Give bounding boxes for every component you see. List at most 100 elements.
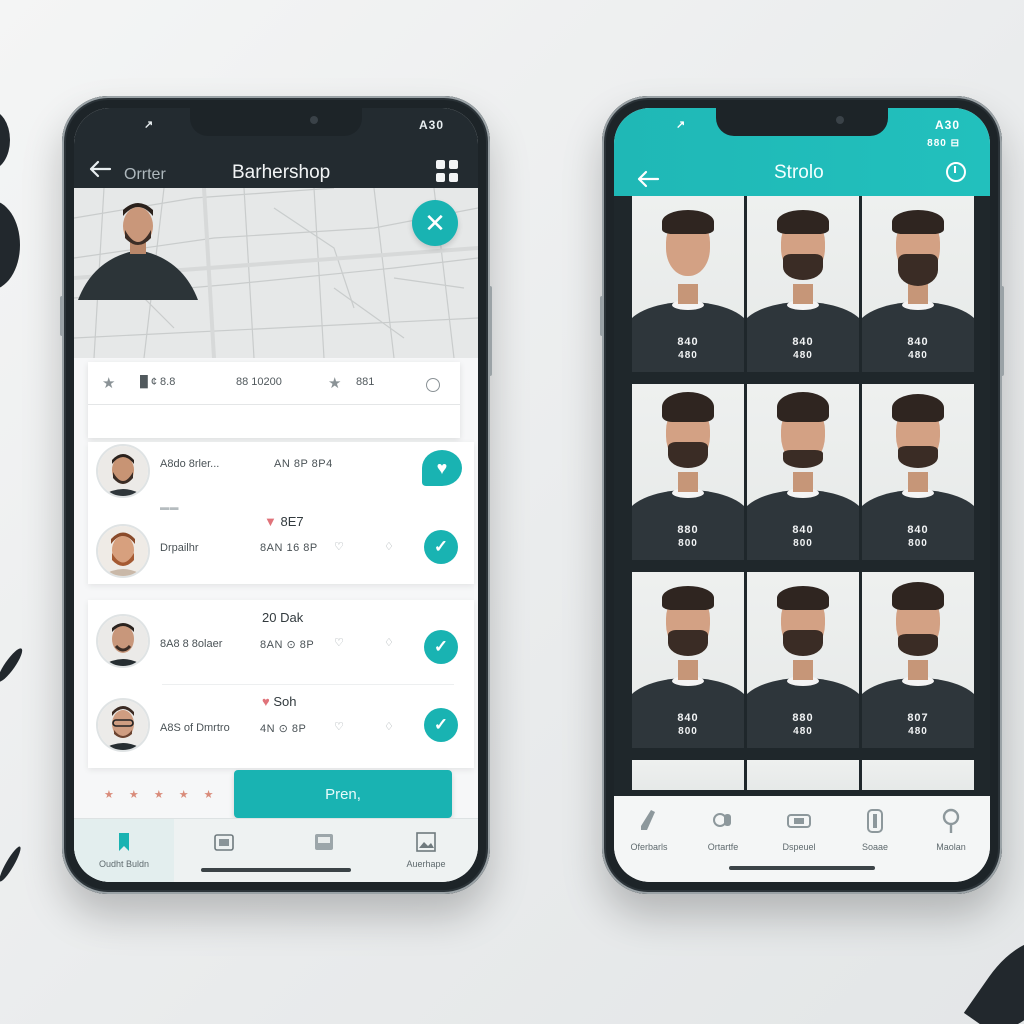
- hairstyle-tile[interactable]: 840 480: [862, 196, 974, 372]
- select-barber-button[interactable]: ✓: [424, 530, 458, 564]
- tile-price: 880: [792, 712, 814, 724]
- row-tag-text: Soh: [273, 694, 297, 709]
- tile-price: 807: [907, 712, 929, 724]
- map-view[interactable]: ✕: [74, 188, 478, 358]
- volume-button: [60, 296, 64, 336]
- power-button: [1000, 286, 1004, 376]
- status-signal: A30: [934, 118, 960, 132]
- barber-name: Drpailhr: [160, 542, 199, 554]
- home-indicator: [729, 866, 875, 870]
- favorite-button[interactable]: ♥: [422, 450, 462, 486]
- row-tag: 20 Dak: [262, 610, 304, 625]
- tab-label: Oudht Buldn: [98, 859, 150, 869]
- right-phone: ↗ A30 880 ⊟ Strolo 840 480 840 480 840 4…: [600, 96, 1004, 894]
- page-title: Strolo: [774, 162, 824, 183]
- select-barber-button[interactable]: ✓: [424, 708, 458, 742]
- barber-meta: AN 8P 8P4: [274, 458, 333, 470]
- hairstyle-tile[interactable]: 807 480: [862, 572, 974, 748]
- star-icon: ★: [102, 375, 116, 392]
- tab-label: Auerhape: [406, 859, 446, 869]
- clock-icon: [426, 378, 440, 392]
- tile-price: 840: [792, 524, 814, 536]
- info-middle-text: 88 10200: [236, 376, 282, 388]
- list-item[interactable]: ♥ Soh A8S of Dmrtro 4N ⊙ 8P ♡ ♢ ✓: [88, 684, 474, 768]
- tile-price: 840: [677, 336, 699, 348]
- list-item[interactable]: 20 Dak 8A8 8 8olaer 8AN ⊙ 8P ♡ ♢ ✓: [88, 600, 474, 684]
- status-sub: 880 ⊟: [927, 138, 960, 149]
- list-item[interactable]: A8do 8rler... AN 8P 8P4 ♥: [88, 442, 474, 502]
- volume-button: [600, 296, 604, 336]
- shop-info-card: ★ █ ¢ 8.8 88 10200 ★ 881: [88, 362, 460, 438]
- wallet-icon: [787, 814, 811, 828]
- tile-subprice: 800: [793, 538, 813, 549]
- left-screen: ↗ A30 Orrter Barhershop ✕ ★ █ ¢ 8.8 88 1…: [74, 108, 478, 882]
- hairstyle-tile[interactable]: 840 800: [747, 384, 859, 560]
- hairstyle-gallery: 840 480 840 480 840 480 880 800 840 800 …: [614, 196, 990, 796]
- hairstyle-tile[interactable]: 880 480: [747, 572, 859, 748]
- barber-map-marker[interactable]: [74, 188, 202, 300]
- tab-barber-pole[interactable]: Soaae: [840, 808, 910, 852]
- hairstyle-tile[interactable]: 840 480: [632, 196, 744, 372]
- notch: [190, 108, 362, 136]
- decorative-leaf: [0, 844, 24, 884]
- diamond-icon: ♢: [384, 541, 395, 553]
- barber-name: A8S of Dmrtro: [160, 722, 230, 734]
- hairstyle-tile[interactable]: 840 800: [632, 572, 744, 748]
- avatar: [98, 526, 148, 576]
- tile-subprice: 800: [678, 538, 698, 549]
- tile-price: 840: [907, 524, 929, 536]
- barber-list-card: A8do 8rler... AN 8P 8P4 ♥ ▬▬ ▼ 8E7 Drpai…: [88, 442, 474, 584]
- tile-subprice: 800: [678, 726, 698, 737]
- tab-wallet[interactable]: Dspeuel: [764, 808, 834, 852]
- hairstyle-tile[interactable]: [632, 760, 744, 790]
- hairstyle-tile[interactable]: 840 480: [747, 196, 859, 372]
- primary-action-button[interactable]: Pren,: [234, 770, 452, 818]
- hairstyle-tile[interactable]: 840 800: [862, 384, 974, 560]
- tile-price: 880: [677, 524, 699, 536]
- tab-location[interactable]: Maolan: [916, 808, 986, 852]
- tab-label: Ortartfe: [707, 842, 739, 852]
- tab-clippers[interactable]: Oferbarls: [614, 808, 684, 852]
- list-item[interactable]: ▼ 8E7 Drpailhr 8AN 16 8P ♡ ♢ ✓: [88, 508, 474, 584]
- tile-subprice: 480: [908, 726, 928, 737]
- hairstyle-tile[interactable]: [747, 760, 859, 790]
- tab-label: Dspeuel: [782, 842, 816, 852]
- row-tag: ♥ Soh: [262, 694, 297, 709]
- tile-price: 840: [792, 336, 814, 348]
- hairstyle-tile[interactable]: 880 800: [632, 384, 744, 560]
- select-barber-button[interactable]: ✓: [424, 630, 458, 664]
- tile-price: 840: [907, 336, 929, 348]
- notch: [716, 108, 888, 136]
- barber-meta: 8AN ⊙ 8P: [260, 639, 315, 651]
- tab-bookings[interactable]: Oudht Buldn: [74, 819, 174, 882]
- back-arrow-icon[interactable]: [636, 170, 660, 188]
- tab-picture[interactable]: Auerhape: [374, 819, 478, 882]
- tab-shaver[interactable]: Ortartfe: [688, 808, 758, 852]
- tab-label: Maolan: [936, 842, 966, 852]
- row-tag-text: 8E7: [280, 514, 304, 529]
- rating-stars[interactable]: ★ ★ ★ ★ ★: [104, 788, 220, 801]
- tab-gallery[interactable]: [274, 819, 374, 882]
- shaver-icon: [713, 813, 731, 827]
- clock-icon[interactable]: [946, 162, 966, 182]
- back-arrow-icon[interactable]: [88, 160, 112, 178]
- close-map-button[interactable]: ✕: [412, 200, 458, 246]
- status-time: ↗: [144, 119, 154, 131]
- divider: [88, 404, 460, 405]
- decorative-leaf: [963, 922, 1024, 1024]
- decorative-leaf: [0, 200, 20, 290]
- location-icon: [942, 808, 960, 833]
- tile-subprice: 800: [908, 538, 928, 549]
- status-signal: A30: [418, 118, 444, 132]
- tile-price: 840: [677, 712, 699, 724]
- calendar-icon: [214, 834, 234, 851]
- decorative-leaf: [0, 110, 10, 170]
- picture-icon: [416, 832, 436, 852]
- heart-outline-icon: ♡: [334, 721, 345, 733]
- hairstyle-tile[interactable]: [862, 760, 974, 790]
- grid-menu-icon[interactable]: [436, 160, 458, 182]
- heart-outline-icon: ♡: [334, 637, 345, 649]
- back-label[interactable]: Orrter: [124, 166, 166, 184]
- barber-name: 8A8 8 8olaer: [160, 638, 223, 650]
- tab-calendar[interactable]: [174, 819, 274, 882]
